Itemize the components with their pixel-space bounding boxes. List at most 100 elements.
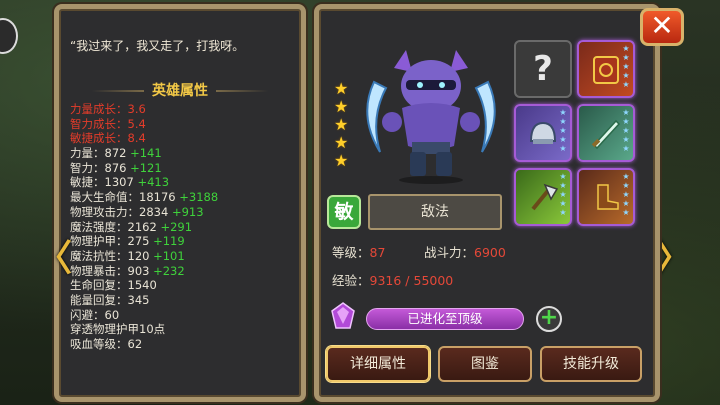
stat-row: 能量回复：345 (70, 293, 300, 308)
power-label: 战斗力： (424, 245, 475, 260)
stat-label: 穿透物理护甲 (70, 322, 139, 337)
equip-slot-spellbook[interactable]: ★ ★ ★ ★ ★ (577, 40, 635, 98)
stat-row: 穿透物理护甲10点 (70, 322, 300, 337)
equip-slot-blade[interactable]: ★ ★ ★ ★ ★ (577, 104, 635, 162)
equip-slot-axe[interactable]: ★ ★ ★ ★ ★ (514, 168, 572, 226)
helmet-icon (529, 121, 557, 144)
stat-label: 智力： (70, 160, 105, 175)
stat-label: 生命回复： (70, 278, 128, 293)
prev-hero-arrow-icon[interactable]: 〈 (36, 240, 72, 278)
stat-label: 敏捷： (70, 175, 105, 190)
stat-row: 物理攻击力：2834 +913 (70, 205, 300, 220)
stat-label: 吸血等级： (70, 337, 128, 351)
stat-row: 智力：876 +121 (70, 161, 300, 176)
equip-slot-boots[interactable]: ★ ★ ★ ★ ★ (577, 168, 635, 226)
item-stars: ★ ★ ★ ★ ★ (622, 44, 630, 89)
stat-value: 10点 (139, 322, 166, 337)
equip-slot-unknown[interactable]: ? (514, 40, 572, 98)
agility-class-badge: 敏 (327, 195, 361, 229)
stat-row: 物理暴击：903 +232 (70, 264, 300, 279)
stat-label: 力量： (70, 146, 105, 161)
growth-row: 智力成长：5.4 (70, 117, 300, 132)
axe-icon (531, 183, 559, 211)
growth-value: 8.4 (127, 131, 146, 146)
stat-label: 物理护甲： (70, 234, 128, 249)
growth-value: 5.4 (127, 116, 146, 131)
stat-label: 最大生命值： (70, 190, 139, 205)
equip-slot-helmet[interactable]: ★ ★ ★ ★ ★ (514, 104, 572, 162)
stat-value: 275 (127, 234, 150, 249)
stat-bonus: +913 (171, 204, 204, 219)
stat-row: 最大生命值：18176 +3188 (70, 190, 300, 205)
star-icon: ★ (334, 115, 349, 134)
growth-row: 力量成长：3.6 (70, 102, 300, 117)
hero-stars: ★ ★ ★ ★ ★ (334, 80, 350, 170)
hero-quote: “我过来了，我又走了，打我呀。 (70, 39, 245, 53)
stat-value: 876 (104, 160, 127, 175)
ornament-left (92, 90, 144, 92)
question-mark-icon: ? (533, 49, 553, 89)
stat-bonus: +119 (153, 234, 185, 249)
stat-row: 魔法抗性：120 +101 (70, 249, 300, 264)
stat-value: 2834 (139, 204, 169, 219)
stat-row: 力量：872 +141 (70, 146, 300, 161)
growth-label: 敏捷成长： (70, 131, 128, 146)
stat-value: 903 (127, 263, 150, 278)
stat-label: 物理暴击： (70, 263, 128, 278)
close-button[interactable]: ✕ (640, 8, 684, 46)
level-label: 等级： (332, 245, 370, 260)
boots-icon (597, 184, 619, 210)
item-stars: ★ ★ ★ ★ ★ (622, 108, 630, 153)
stat-row: 吸血等级：62 (70, 337, 300, 352)
stat-label: 能量回复： (70, 292, 128, 307)
level-value: 87 (369, 245, 386, 260)
evolve-gem-icon (331, 302, 355, 329)
star-icon: ★ (334, 151, 349, 170)
stat-list: 力量成长：3.6 智力成长：5.4 敏捷成长：8.4 力量：872 +141 智… (70, 102, 300, 352)
details-button[interactable]: 详细属性 (326, 346, 430, 382)
attributes-title-text: 英雄属性 (152, 83, 208, 99)
blade-icon (591, 119, 621, 150)
stat-label: 闪避： (70, 307, 105, 322)
skill-upgrade-button[interactable]: 技能升级 (540, 346, 642, 382)
stat-bonus: +141 (130, 146, 162, 161)
exp-label: 经验： (332, 273, 370, 288)
hero-portrait (366, 50, 496, 184)
stat-bonus: +121 (130, 160, 162, 175)
evolve-plus-button[interactable]: + (536, 306, 562, 332)
stat-value: 345 (127, 292, 150, 307)
growth-value: 3.6 (127, 102, 146, 116)
stat-value: 2162 (127, 219, 157, 234)
exp-value: 9316 / 55000 (369, 273, 454, 288)
item-stars: ★ ★ ★ ★ ★ (559, 108, 567, 153)
hero-exp: 经验：9316 / 55000 (332, 270, 453, 289)
stat-label: 魔法强度： (70, 219, 128, 234)
star-icon: ★ (334, 79, 349, 98)
growth-label: 力量成长： (70, 102, 128, 116)
stat-row: 物理护甲：275 +119 (70, 234, 300, 249)
stat-value: 1307 (104, 175, 134, 190)
stat-row: 魔法强度：2162 +291 (70, 220, 300, 235)
stat-label: 魔法抗性： (70, 248, 128, 263)
stat-bonus: +101 (153, 248, 185, 263)
stat-value: 62 (127, 337, 143, 351)
stat-value: 1540 (127, 278, 157, 293)
stat-value: 120 (127, 248, 150, 263)
stat-row: 敏捷：1307 +413 (70, 175, 300, 190)
hero-power: 战斗力：6900 (424, 242, 506, 261)
evolve-status-bar: 已进化至顶级 (366, 308, 524, 330)
stat-row: 生命回复：1540 (70, 278, 300, 293)
stat-bonus: +413 (137, 175, 170, 190)
growth-label: 智力成长： (70, 116, 128, 131)
ornament-right (216, 90, 268, 92)
stat-label: 物理攻击力： (70, 204, 139, 219)
spellbook-icon (593, 56, 619, 84)
hero-name: 敌法 (368, 194, 502, 230)
attributes-content: “我过来了，我又走了，打我呀。 英雄属性 力量成长：3.6 智力成长：5.4 敏… (54, 4, 306, 402)
stat-bonus: +232 (153, 263, 185, 278)
stat-bonus: +3188 (179, 190, 219, 205)
power-value: 6900 (474, 245, 506, 260)
codex-button[interactable]: 图鉴 (438, 346, 532, 382)
stat-value: 18176 (139, 190, 176, 205)
stat-value: 872 (104, 146, 127, 161)
